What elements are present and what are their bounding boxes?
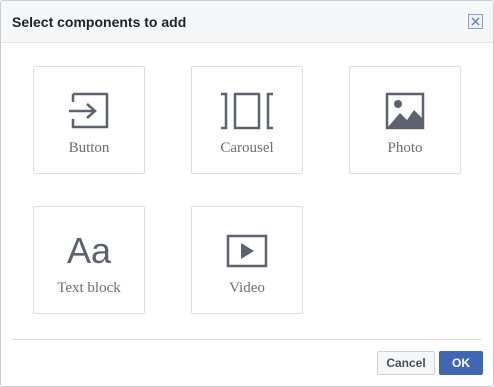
close-icon [471, 17, 480, 26]
component-tile-button[interactable]: Button [33, 66, 145, 174]
carousel-icon [221, 92, 273, 130]
component-label: Photo [387, 140, 423, 156]
dialog-title: Select components to add [12, 14, 187, 30]
component-label: Button [68, 140, 110, 156]
component-tile-photo[interactable]: Photo [349, 66, 461, 174]
component-tile-text-block[interactable]: Aa Text block [33, 206, 145, 314]
ok-button[interactable]: OK [439, 351, 483, 375]
button-arrow-icon [69, 92, 109, 129]
cancel-button[interactable]: Cancel [377, 351, 435, 375]
close-button[interactable] [468, 14, 483, 29]
footer-divider [12, 339, 482, 340]
video-play-icon [226, 234, 268, 268]
text-block-icon: Aa [66, 230, 112, 271]
component-label: Text block [57, 280, 121, 296]
photo-icon [385, 92, 425, 130]
select-components-dialog: Select components to add Button Carousel… [0, 0, 494, 387]
component-label: Video [229, 280, 265, 296]
component-tile-video[interactable]: Video [191, 206, 303, 314]
component-tile-carousel[interactable]: Carousel [191, 66, 303, 174]
component-label: Carousel [220, 140, 274, 156]
dialog-header: Select components to add [1, 1, 493, 43]
